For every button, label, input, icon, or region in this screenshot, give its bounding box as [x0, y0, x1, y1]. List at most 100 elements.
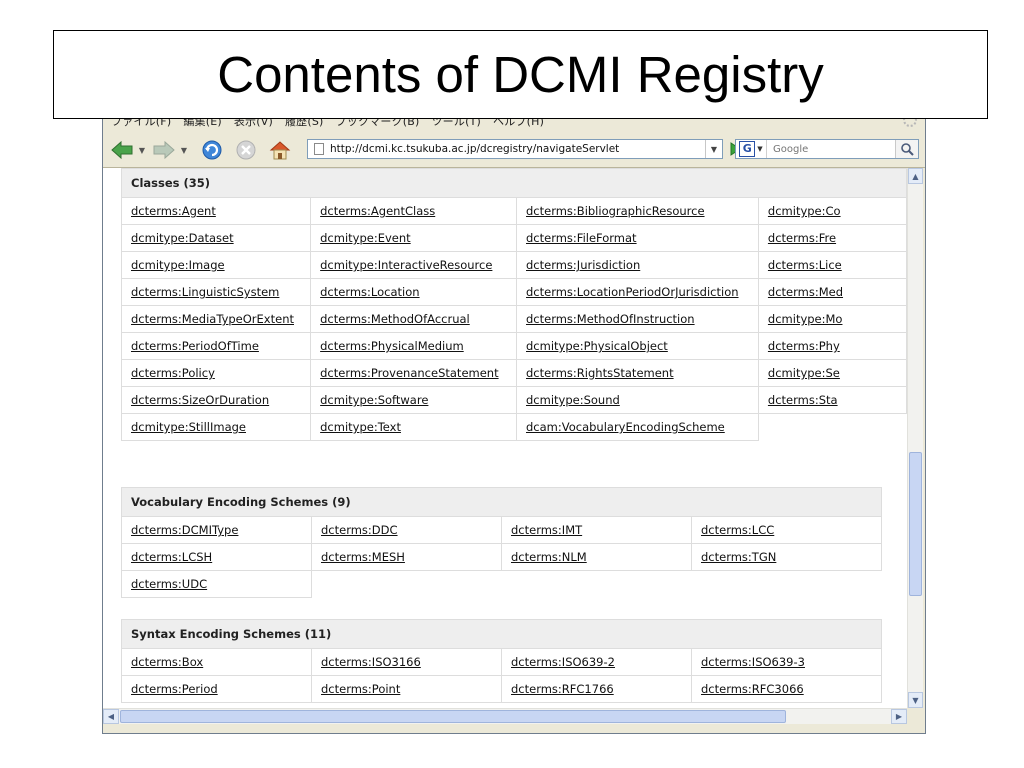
term-link[interactable]: dcterms:SizeOrDuration	[131, 393, 269, 407]
term-link[interactable]: dcterms:IMT	[511, 523, 582, 537]
table-cell: dcterms:MethodOfAccrual	[310, 305, 517, 333]
table-cell: dcterms:MESH	[311, 543, 502, 571]
scroll-down-icon[interactable]: ▼	[908, 692, 923, 708]
scroll-up-icon[interactable]: ▲	[908, 168, 923, 184]
term-link[interactable]: dcmitype:Event	[320, 231, 411, 245]
term-link[interactable]: dcterms:ISO3166	[321, 655, 421, 669]
term-link[interactable]: dcterms:Sta	[768, 393, 838, 407]
table-cell: dcterms:DCMIType	[121, 516, 312, 544]
back-dropdown-icon[interactable]: ▼	[137, 139, 147, 161]
table-row: dcterms:LCSH dcterms:MESH dcterms:NLM dcter…	[121, 543, 882, 571]
term-link[interactable]: dcterms:DCMIType	[131, 523, 238, 537]
term-link[interactable]: dcmitype:Mo	[768, 312, 843, 326]
term-link[interactable]: dcterms:Point	[321, 682, 400, 696]
browser-screenshot: ファイル(F) 編集(E) 表示(V) 履歴(S) ブックマーク(B) ツール(T) ヘルプ…	[102, 106, 926, 734]
table-cell: dcmitype:Se	[757, 359, 907, 387]
home-button[interactable]	[267, 139, 293, 161]
term-link[interactable]: dcterms:ProvenanceStatement	[320, 366, 498, 380]
term-link[interactable]: dcterms:Phy	[768, 339, 840, 353]
term-link[interactable]: dcterms:ISO639-3	[701, 655, 805, 669]
table-cell: dcterms:ISO639-3	[691, 648, 882, 676]
term-link[interactable]: dcterms:Location	[320, 285, 419, 299]
term-link[interactable]: dcmitype:Sound	[526, 393, 620, 407]
forward-button[interactable]	[151, 139, 177, 161]
term-link[interactable]: dcterms:MESH	[321, 550, 405, 564]
back-button[interactable]	[109, 139, 135, 161]
stop-icon	[236, 140, 256, 160]
term-link[interactable]: dcmitype:Co	[768, 204, 841, 218]
term-link[interactable]: dcterms:MethodOfInstruction	[526, 312, 695, 326]
term-link[interactable]: dcam:VocabularyEncodingScheme	[526, 420, 725, 434]
table-cell: dcterms:Agent	[120, 197, 312, 225]
table-cell: dcterms:LCSH	[121, 543, 312, 571]
table-cell: dcterms:Policy	[120, 359, 312, 387]
term-link[interactable]: dcterms:Agent	[131, 204, 216, 218]
term-link[interactable]: dcmitype:Dataset	[131, 231, 234, 245]
vocabulary-encoding-schemes-table: Vocabulary Encoding Schemes (9) dcterms:…	[121, 487, 882, 598]
term-link[interactable]: dcterms:Policy	[131, 366, 215, 380]
term-link[interactable]: dcterms:BibliographicResource	[526, 204, 705, 218]
table-cell: dcterms:RFC1766	[501, 675, 692, 703]
vertical-scrollbar[interactable]: ▲ ▼	[907, 168, 923, 708]
term-link[interactable]: dcterms:MethodOfAccrual	[320, 312, 470, 326]
table-row: dcterms:LinguisticSystem dcterms:Location…	[120, 278, 907, 306]
term-link[interactable]: dcterms:PeriodOfTime	[131, 339, 259, 353]
term-link[interactable]: dcterms:RightsStatement	[526, 366, 674, 380]
horizontal-scroll-thumb[interactable]	[120, 710, 786, 723]
term-link[interactable]: dcmitype:StillImage	[131, 420, 246, 434]
term-link[interactable]: dcmitype:InteractiveResource	[320, 258, 492, 272]
table-cell: dcterms:RightsStatement	[516, 359, 759, 387]
table-row: dcterms:Period dcterms:Point dcterms:RFC17…	[121, 675, 882, 703]
term-link[interactable]: dcterms:NLM	[511, 550, 587, 564]
scroll-right-icon[interactable]: ▶	[891, 709, 907, 724]
term-link[interactable]: dcterms:TGN	[701, 550, 776, 564]
history-dropdown-icon[interactable]: ▼	[705, 140, 722, 158]
stop-button[interactable]	[233, 139, 259, 161]
term-link[interactable]: dcmitype:Image	[131, 258, 225, 272]
forward-dropdown-icon[interactable]: ▼	[179, 139, 189, 161]
search-button[interactable]	[895, 140, 918, 158]
term-link[interactable]: dcmitype:Software	[320, 393, 428, 407]
search-engine-selector[interactable]: G ▼	[736, 140, 767, 158]
term-link[interactable]: dcterms:PhysicalMedium	[320, 339, 464, 353]
table-cell: dcmitype:Image	[120, 251, 312, 279]
term-link[interactable]: dcterms:LCSH	[131, 550, 212, 564]
vertical-scroll-thumb[interactable]	[909, 452, 922, 596]
term-link[interactable]: dcterms:LocationPeriodOrJurisdiction	[526, 285, 739, 299]
term-link[interactable]: dcterms:FileFormat	[526, 231, 637, 245]
table-cell: dcmitype:Text	[310, 413, 517, 441]
table-cell: dcterms:LocationPeriodOrJurisdiction	[516, 278, 759, 306]
address-bar[interactable]: http://dcmi.kc.tsukuba.ac.jp/dcregistry/…	[307, 139, 723, 159]
table-cell: dcterms:AgentClass	[310, 197, 517, 225]
term-link[interactable]: dcterms:ISO639-2	[511, 655, 615, 669]
search-input[interactable]	[767, 143, 873, 155]
term-link[interactable]: dcmitype:PhysicalObject	[526, 339, 668, 353]
table-cell: dcterms:PeriodOfTime	[120, 332, 312, 360]
table-cell: dcterms:UDC	[121, 570, 312, 598]
term-link[interactable]: dcterms:Period	[131, 682, 218, 696]
term-link[interactable]: dcmitype:Text	[320, 420, 401, 434]
term-link[interactable]: dcterms:Med	[768, 285, 843, 299]
horizontal-scrollbar[interactable]: ◀ ▶	[103, 708, 907, 724]
table-cell: dcterms:IMT	[501, 516, 692, 544]
table-cell: dcmitype:PhysicalObject	[516, 332, 759, 360]
term-link[interactable]: dcterms:MediaTypeOrExtent	[131, 312, 294, 326]
term-link[interactable]: dcterms:AgentClass	[320, 204, 435, 218]
address-url[interactable]: http://dcmi.kc.tsukuba.ac.jp/dcregistry/…	[330, 143, 705, 155]
term-link[interactable]: dcterms:LCC	[701, 523, 774, 537]
term-link[interactable]: dcterms:RFC3066	[701, 682, 804, 696]
search-bar[interactable]: G ▼	[735, 139, 919, 159]
term-link[interactable]: dcterms:Box	[131, 655, 203, 669]
term-link[interactable]: dcterms:LinguisticSystem	[131, 285, 279, 299]
table-cell: dcterms:ProvenanceStatement	[310, 359, 517, 387]
term-link[interactable]: dcterms:Lice	[768, 258, 842, 272]
scroll-left-icon[interactable]: ◀	[103, 709, 119, 724]
term-link[interactable]: dcterms:UDC	[131, 577, 207, 591]
term-link[interactable]: dcterms:DDC	[321, 523, 398, 537]
term-link[interactable]: dcterms:Fre	[768, 231, 836, 245]
term-link[interactable]: dcmitype:Se	[768, 366, 840, 380]
reload-button[interactable]	[199, 139, 225, 161]
term-link[interactable]: dcterms:RFC1766	[511, 682, 614, 696]
table-cell: dcterms:Med	[757, 278, 907, 306]
term-link[interactable]: dcterms:Jurisdiction	[526, 258, 640, 272]
